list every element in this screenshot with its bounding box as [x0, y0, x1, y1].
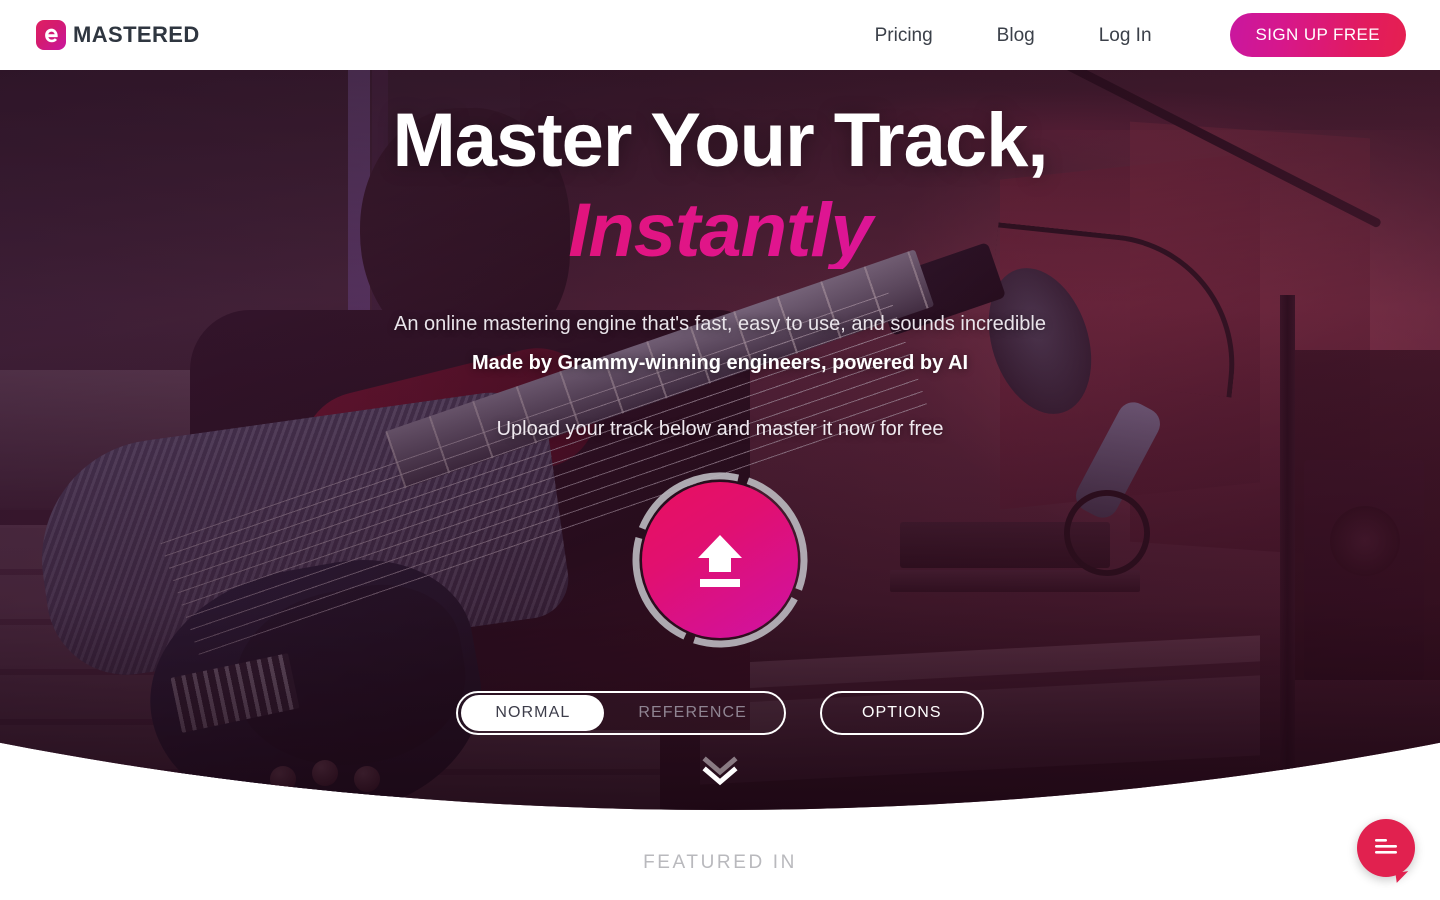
- hero-headline-line2: Instantly: [0, 193, 1440, 269]
- nav-link-blog[interactable]: Blog: [965, 26, 1067, 45]
- featured-in-heading: FEATURED IN: [643, 852, 797, 873]
- hero-controls: NORMAL REFERENCE OPTIONS: [0, 691, 1440, 735]
- hero-subtitle-primary: An online mastering engine that's fast, …: [393, 313, 1046, 335]
- mode-option-reference[interactable]: REFERENCE: [604, 695, 781, 731]
- brand-logo[interactable]: MASTERED: [36, 20, 200, 50]
- hero-headline-line1: Master Your Track,: [392, 98, 1048, 183]
- double-chevron-down-icon: [698, 755, 742, 793]
- mode-option-normal[interactable]: NORMAL: [461, 695, 605, 731]
- scroll-down-cue[interactable]: [697, 755, 743, 793]
- emastered-e-logo-icon: [36, 20, 66, 50]
- hero-subtitle-secondary: Made by Grammy-winning engineers, powere…: [471, 352, 969, 374]
- upload-track-control[interactable]: [629, 469, 811, 651]
- options-button[interactable]: OPTIONS: [819, 691, 984, 735]
- site-header: MASTERED Pricing Blog Log In SIGN UP FRE…: [0, 0, 1440, 70]
- upload-arrow-icon: [689, 529, 751, 591]
- chat-bubble-lines-icon: [1373, 837, 1399, 860]
- nav-link-pricing[interactable]: Pricing: [875, 26, 965, 45]
- hero-upload-prompt: Upload your track below and master it no…: [496, 418, 944, 440]
- sign-up-free-button[interactable]: SIGN UP FREE: [1229, 13, 1406, 57]
- chat-support-button[interactable]: [1357, 819, 1415, 877]
- upload-button[interactable]: [642, 482, 798, 638]
- primary-nav: Pricing Blog Log In SIGN UP FREE: [875, 13, 1406, 57]
- nav-link-login[interactable]: Log In: [1067, 26, 1184, 45]
- mastering-mode-toggle[interactable]: NORMAL REFERENCE: [456, 691, 786, 735]
- brand-name: MASTERED: [73, 22, 200, 47]
